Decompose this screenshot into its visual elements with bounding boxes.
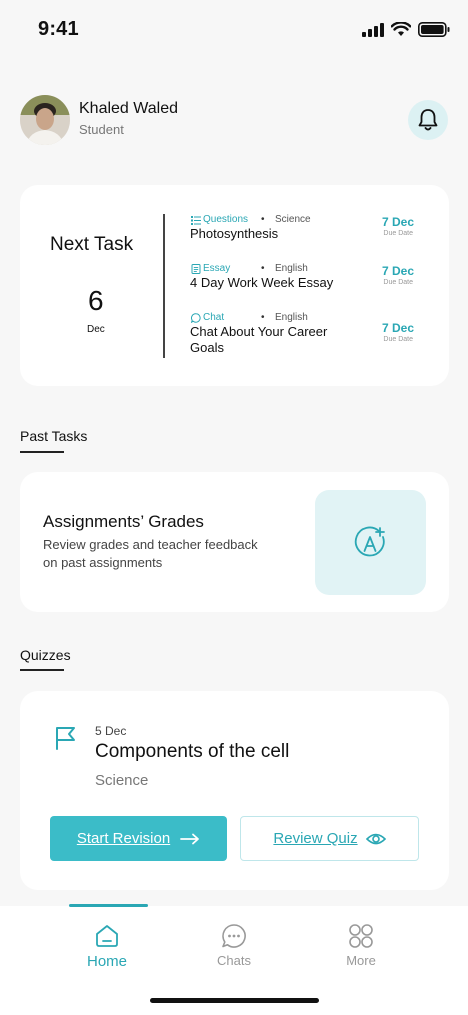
section-underline	[20, 451, 64, 453]
nav-home-label: Home	[86, 953, 127, 970]
nav-chats-label: Chats	[217, 953, 251, 968]
home-indicator-bar[interactable]	[150, 998, 319, 1003]
nav-chats[interactable]: Chats	[194, 923, 274, 968]
battery-icon	[418, 22, 450, 37]
grades-card-description: Review grades and teacher feedback on pa…	[43, 537, 258, 570]
task-title[interactable]: Chat About Your Career Goals	[190, 324, 358, 356]
grade-a-plus-icon	[354, 526, 385, 556]
task-date: 7 Dec	[381, 264, 414, 278]
task-due-label: Due Date	[383, 230, 413, 237]
next-task-title: Next Task	[50, 234, 134, 255]
avatar[interactable]	[20, 95, 70, 145]
grades-card-title: Assignments’ Grades	[43, 512, 204, 531]
task-due-label: Due Date	[383, 279, 413, 286]
task-bullet: •	[261, 263, 265, 274]
task-title[interactable]: 4 Day Work Week Essay	[190, 275, 358, 291]
review-quiz-button[interactable]: Review Quiz	[240, 816, 419, 861]
user-name: Khaled Waled	[79, 100, 179, 117]
task-bullet: •	[261, 214, 265, 225]
task-title[interactable]: Photosynthesis	[190, 226, 358, 242]
chat-bubble-icon	[191, 312, 201, 323]
home-icon	[96, 925, 118, 947]
task-type-essay: Essay	[191, 263, 230, 274]
status-icons	[362, 22, 450, 37]
active-tab-indicator	[69, 904, 148, 907]
start-revision-button[interactable]: Start Revision	[50, 816, 227, 861]
arrow-right-icon	[180, 833, 200, 844]
section-underline	[20, 669, 64, 671]
task-date: 7 Dec	[381, 321, 414, 335]
signal-icon	[362, 22, 384, 37]
eye-icon	[365, 833, 386, 844]
start-revision-label: Start Revision	[76, 830, 171, 847]
document-icon	[191, 263, 201, 274]
status-time: 9:41	[38, 18, 79, 40]
user-role: Student	[79, 122, 124, 137]
notifications-button[interactable]	[408, 100, 448, 140]
next-task-month: Dec	[87, 324, 105, 335]
next-task-day: 6	[88, 285, 104, 316]
grade-icon-tile	[315, 490, 426, 595]
flag-icon	[56, 727, 75, 750]
task-due-label: Due Date	[383, 336, 413, 343]
wifi-icon	[391, 22, 411, 36]
quiz-subject: Science	[95, 772, 149, 789]
task-type-label: Questions	[203, 214, 249, 225]
nav-more-label: More	[346, 953, 376, 968]
grid-icon	[349, 924, 373, 948]
quiz-title: Components of the cell	[95, 741, 290, 762]
nav-home[interactable]: Home	[67, 923, 147, 970]
task-bullet: •	[261, 312, 265, 323]
review-quiz-label: Review Quiz	[273, 830, 358, 847]
task-subject: English	[275, 312, 308, 323]
nav-more[interactable]: More	[321, 923, 401, 968]
task-type-chat: Chat	[191, 312, 224, 323]
quizzes-heading: Quizzes	[20, 647, 71, 663]
task-type-label: Chat	[203, 312, 225, 323]
list-icon	[191, 215, 201, 225]
task-subject: English	[275, 263, 308, 274]
task-type-questions: Questions	[191, 214, 248, 225]
task-date: 7 Dec	[381, 215, 414, 229]
avatar-image	[20, 95, 70, 145]
bell-icon	[418, 109, 438, 131]
chat-icon	[222, 924, 246, 948]
task-subject: Science	[275, 214, 311, 225]
quiz-date: 5 Dec	[95, 724, 127, 738]
task-type-label: Essay	[203, 263, 231, 274]
past-tasks-heading: Past Tasks	[20, 428, 88, 444]
next-task-divider	[163, 214, 165, 358]
